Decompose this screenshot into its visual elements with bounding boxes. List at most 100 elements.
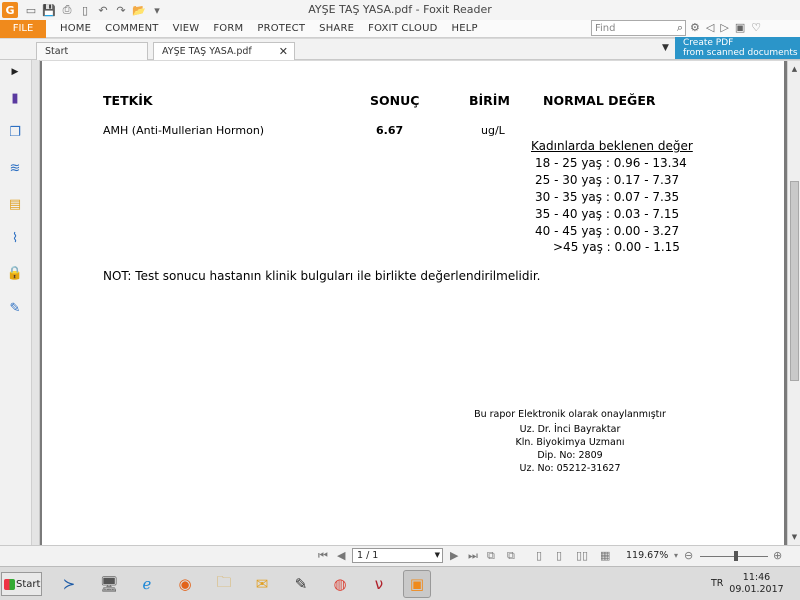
- next-page-icon[interactable]: ▶: [450, 549, 458, 562]
- close-tab-icon[interactable]: ✕: [279, 45, 288, 58]
- scroll-down-icon[interactable]: ▼: [790, 533, 799, 541]
- notepad-icon[interactable]: ✎: [287, 570, 315, 598]
- app-v-icon[interactable]: ν: [365, 570, 393, 598]
- promo-line-2: from scanned documents: [683, 48, 798, 58]
- menu-share[interactable]: SHARE: [319, 23, 354, 34]
- forward-icon[interactable]: ▷: [720, 21, 728, 34]
- print-icon[interactable]: ⎙: [60, 3, 74, 17]
- undo-icon[interactable]: ↶: [96, 3, 110, 17]
- range-row: 35 - 40 yaş : 0.03 - 7.15: [535, 207, 680, 221]
- chevron-down-icon[interactable]: ▼: [435, 549, 440, 562]
- pdf-page: TETKİK SONUÇ BİRİM NORMAL DEĞER AMH (Ant…: [42, 61, 784, 545]
- menu-foxit-cloud[interactable]: FOXIT CLOUD: [368, 23, 437, 34]
- help-icon[interactable]: ♡: [751, 21, 761, 34]
- clock-time: 11:46: [742, 572, 771, 583]
- single-page-icon[interactable]: ▯: [536, 549, 542, 562]
- signature-line: Uz. Dr. İnci Bayraktar: [519, 424, 621, 435]
- find-input[interactable]: Find ⌕: [591, 20, 686, 36]
- prev-page-icon[interactable]: ◀: [337, 549, 345, 562]
- taskbar: Start ≻ 🖥 ℯ ◉ 🗀 ✉ ✎ ◍ ν ▣ TR 11:46 09.01…: [0, 566, 800, 600]
- header-unit: BİRİM: [469, 93, 510, 108]
- signature-icon[interactable]: ✎: [7, 300, 23, 316]
- signature-line: Dip. No: 2809: [537, 450, 603, 461]
- page-number-value: 1 / 1: [357, 550, 379, 561]
- zoom-level[interactable]: 119.67%: [626, 550, 668, 561]
- menu-help[interactable]: HELP: [451, 23, 477, 34]
- signature-line: Uz. No: 05212-31627: [519, 463, 621, 474]
- zoom-menu-icon[interactable]: ▾: [674, 551, 678, 560]
- start-button[interactable]: Start: [1, 572, 42, 596]
- clock-date: 09.01.2017: [729, 584, 784, 595]
- bookmark-icon[interactable]: ▮: [7, 90, 23, 106]
- folder-icon[interactable]: 📂: [132, 3, 146, 17]
- scroll-up-icon[interactable]: ▲: [790, 65, 799, 73]
- continuous-facing-icon[interactable]: ▦: [600, 549, 610, 562]
- save-icon[interactable]: 💾: [42, 3, 56, 17]
- menu-protect[interactable]: PROTECT: [257, 23, 305, 34]
- tab-document[interactable]: AYŞE TAŞ YASA.pdf ✕: [153, 42, 295, 60]
- comments-icon[interactable]: ▤: [7, 196, 23, 212]
- next-view-icon[interactable]: ⧉: [507, 549, 515, 563]
- first-page-icon[interactable]: ⏮: [318, 549, 328, 563]
- facing-page-icon[interactable]: ▯▯: [576, 549, 588, 562]
- last-page-icon[interactable]: ⏭: [468, 549, 478, 563]
- menu-home[interactable]: HOME: [60, 23, 91, 34]
- window-controls: ⚙ ◁ ▷ ▣ ♡: [690, 21, 761, 34]
- ribbon-menu: FILE HOME COMMENT VIEW FORM PROTECT SHAR…: [0, 19, 800, 38]
- signature-line: Bu rapor Elektronik olarak onaylanmıştır: [474, 409, 666, 420]
- title-bar: G ▭ 💾 ⎙ ▯ ↶ ↷ 📂 ▾ AYŞE TAŞ YASA.pdf - Fo…: [0, 0, 800, 20]
- scroll-thumb[interactable]: [790, 181, 799, 381]
- internet-explorer-icon[interactable]: ℯ: [133, 570, 161, 598]
- reference-title: Kadınlarda beklenen değer: [531, 139, 693, 153]
- header-result: SONUÇ: [370, 93, 420, 108]
- menu-comment[interactable]: COMMENT: [105, 23, 158, 34]
- computer-icon[interactable]: 🖥: [95, 570, 123, 598]
- user-icon[interactable]: ▣: [735, 21, 745, 34]
- powershell-icon[interactable]: ≻: [55, 570, 83, 598]
- tab-list-icon[interactable]: ▼: [662, 43, 669, 53]
- test-result: 6.67: [376, 124, 404, 137]
- range-row: 30 - 35 yaş : 0.07 - 7.35: [535, 190, 680, 204]
- open-icon[interactable]: ▭: [24, 3, 38, 17]
- foxit-logo-icon[interactable]: G: [2, 2, 18, 18]
- range-row: >45 yaş : 0.00 - 1.15: [553, 240, 680, 254]
- tab-document-label: AYŞE TAŞ YASA.pdf: [162, 46, 252, 57]
- menu-file[interactable]: FILE: [0, 19, 46, 38]
- language-indicator[interactable]: TR: [711, 578, 723, 589]
- firefox-icon[interactable]: ◉: [171, 570, 199, 598]
- create-pdf-banner[interactable]: Create PDF from scanned documents: [675, 37, 800, 59]
- vertical-scrollbar[interactable]: ▲ ▼: [787, 61, 800, 545]
- menu-form[interactable]: FORM: [213, 23, 243, 34]
- promo-line-1: Create PDF: [683, 38, 734, 48]
- system-clock[interactable]: 11:46 09.01.2017: [729, 572, 784, 596]
- settings-icon[interactable]: ⚙: [690, 21, 700, 34]
- zoom-out-icon[interactable]: ⊖: [684, 549, 693, 562]
- zoom-slider-handle[interactable]: [734, 551, 738, 561]
- outlook-icon[interactable]: ✉: [248, 570, 276, 598]
- range-row: 40 - 45 yaş : 0.00 - 3.27: [535, 224, 680, 238]
- layers-icon[interactable]: ≋: [7, 160, 23, 176]
- test-name: AMH (Anti-Mullerian Hormon): [103, 124, 265, 137]
- expand-panel-icon[interactable]: ▶: [7, 64, 23, 80]
- range-row: 18 - 25 yaş : 0.96 - 13.34: [535, 156, 687, 170]
- new-icon[interactable]: ▯: [78, 3, 92, 17]
- attachment-icon[interactable]: ⌇: [7, 230, 23, 246]
- security-lock-icon[interactable]: 🔒: [7, 265, 23, 281]
- tab-start[interactable]: Start: [36, 42, 148, 60]
- search-icon[interactable]: ⌕: [677, 21, 683, 35]
- file-explorer-icon[interactable]: 🗀: [210, 570, 238, 598]
- redo-icon[interactable]: ↷: [114, 3, 128, 17]
- chrome-icon[interactable]: ◍: [326, 570, 354, 598]
- back-icon[interactable]: ◁: [706, 21, 714, 34]
- menu-view[interactable]: VIEW: [173, 23, 200, 34]
- foxit-reader-icon[interactable]: ▣: [403, 570, 431, 598]
- customize-icon[interactable]: ▾: [150, 3, 164, 17]
- header-normal: NORMAL DEĞER: [543, 93, 656, 108]
- panel-splitter[interactable]: [32, 60, 40, 545]
- zoom-in-icon[interactable]: ⊕: [773, 549, 782, 562]
- pages-icon[interactable]: ❐: [7, 124, 23, 140]
- page-number-input[interactable]: 1 / 1 ▼: [352, 548, 443, 563]
- continuous-page-icon[interactable]: ▯: [556, 549, 562, 562]
- previous-view-icon[interactable]: ⧉: [487, 549, 495, 563]
- tab-start-label: Start: [45, 46, 69, 57]
